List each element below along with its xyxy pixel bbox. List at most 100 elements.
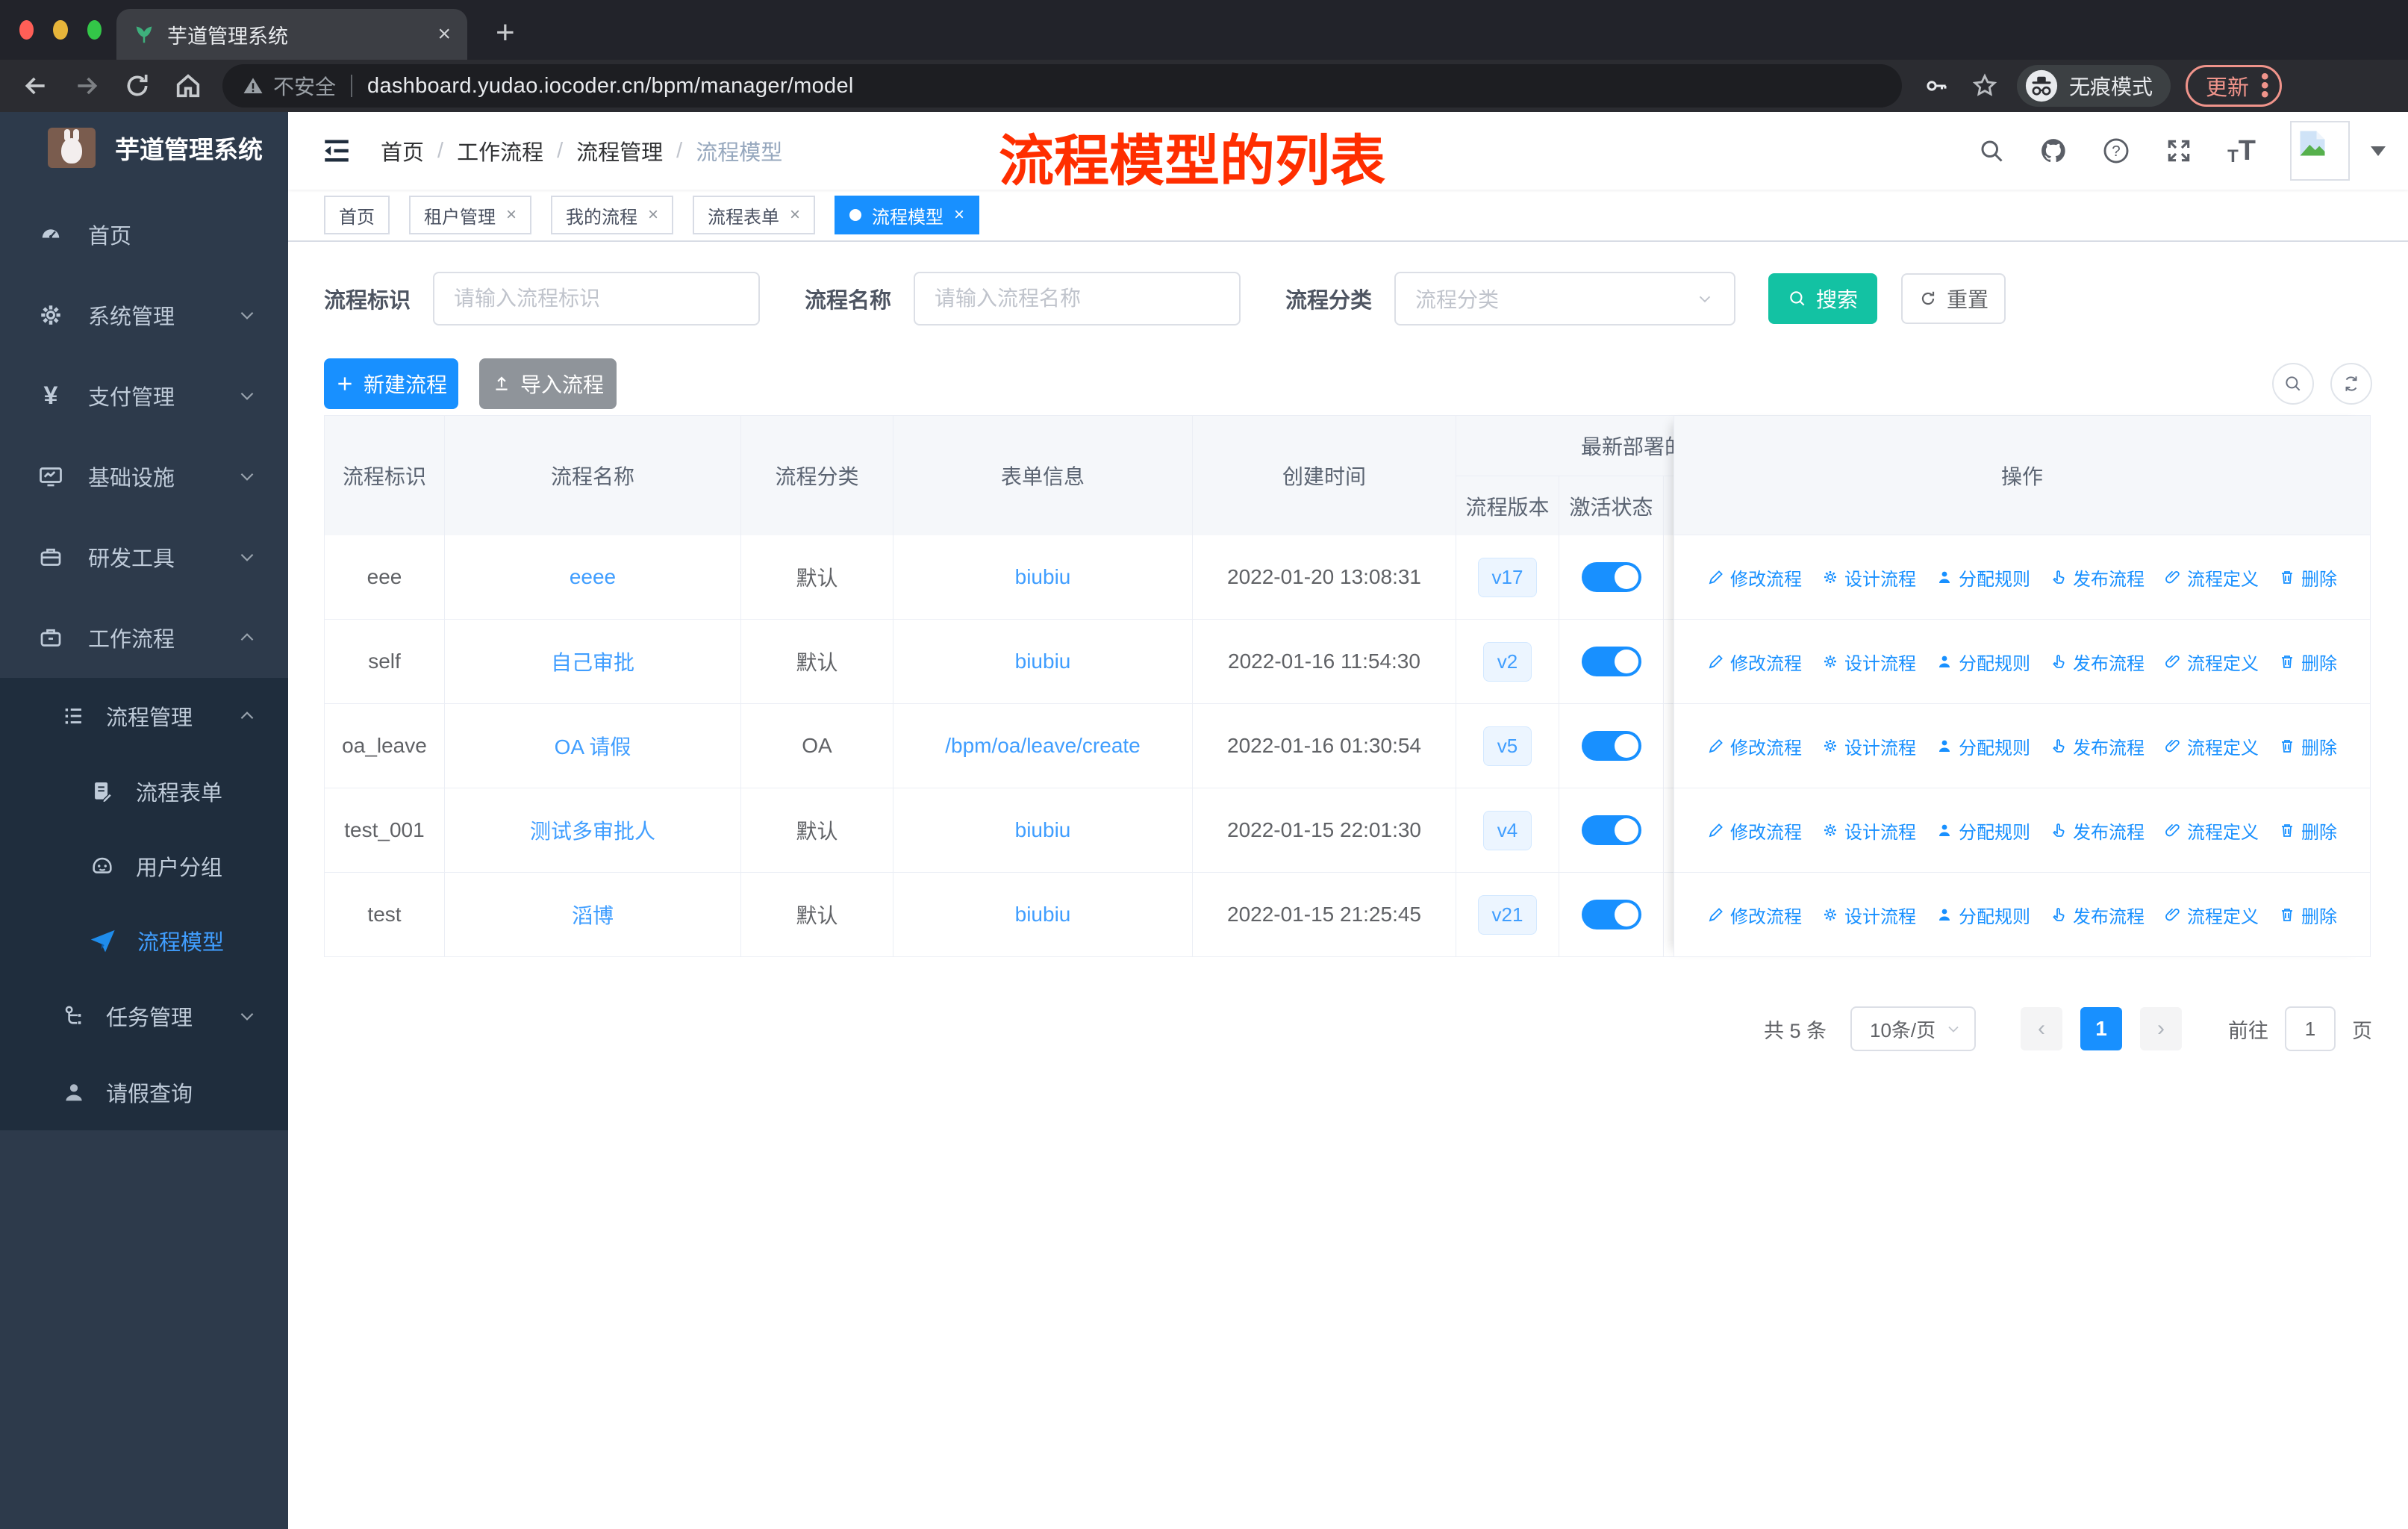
definition-link[interactable]: 流程定义 [2164,902,2259,928]
definition-link[interactable]: 流程定义 [2164,733,2259,759]
definition-link[interactable]: 流程定义 [2164,649,2259,675]
close-icon[interactable]: × [506,205,517,225]
delete-link[interactable]: 删除 [2278,733,2337,759]
sidebar-item-task-manage[interactable]: 任务管理 [0,978,288,1054]
security-label[interactable]: 不安全 [273,71,336,101]
delete-link[interactable]: 删除 [2278,649,2337,675]
edit-model-link[interactable]: 修改流程 [1707,564,1802,591]
delete-link[interactable]: 删除 [2278,564,2337,591]
home-icon[interactable] [173,71,203,101]
edit-model-link[interactable]: 修改流程 [1707,818,1802,844]
version-badge[interactable]: v2 [1482,641,1532,682]
tag-home[interactable]: 首页 [324,196,390,234]
tag-process-model[interactable]: 流程模型 × [835,196,980,234]
model-name-link[interactable]: OA 请假 [555,731,631,761]
breadcrumb-process-manage[interactable]: 流程管理 [576,135,663,166]
publish-model-link[interactable]: 发布流程 [2050,733,2145,759]
form-link[interactable]: /bpm/oa/leave/create [945,734,1141,758]
breadcrumb-home[interactable]: 首页 [381,135,424,166]
version-badge[interactable]: v5 [1482,726,1532,766]
goto-page-input[interactable] [2285,1006,2336,1051]
browser-menu-icon[interactable]: • • • [2261,66,2269,106]
sidebar-item-process-manage[interactable]: 流程管理 [0,678,288,754]
browser-tab[interactable]: 芋道管理系统 × [116,9,467,60]
delete-link[interactable]: 删除 [2278,818,2337,844]
model-name-link[interactable]: 测试多审批人 [530,815,655,845]
delete-link[interactable]: 删除 [2278,902,2337,928]
avatar-caret-icon[interactable] [2371,146,2386,156]
active-toggle[interactable] [1581,647,1641,676]
active-toggle[interactable] [1581,562,1641,592]
edit-model-link[interactable]: 修改流程 [1707,733,1802,759]
search-button[interactable]: 搜索 [1768,273,1878,324]
sidebar-item-home[interactable]: 首页 [0,194,288,275]
form-link[interactable]: biubiu [1015,818,1071,842]
close-icon[interactable]: × [790,205,800,225]
edit-model-link[interactable]: 修改流程 [1707,902,1802,928]
sidebar-item-system[interactable]: 系统管理 [0,275,288,355]
new-tab-button[interactable]: + [496,14,515,52]
publish-model-link[interactable]: 发布流程 [2050,649,2145,675]
version-badge[interactable]: v17 [1477,557,1538,597]
prev-page-button[interactable]: ‹ [2021,1007,2062,1050]
search-icon[interactable] [1978,137,2005,164]
sidebar-item-leave-query[interactable]: 请假查询 [0,1054,288,1130]
publish-model-link[interactable]: 发布流程 [2050,902,2145,928]
next-page-button[interactable]: › [2140,1007,2182,1050]
assign-rule-link[interactable]: 分配规则 [1936,733,2030,759]
bookmark-star-icon[interactable] [1971,72,1999,100]
definition-link[interactable]: 流程定义 [2164,818,2259,844]
sidebar-item-user-group[interactable]: 用户分组 [0,829,288,903]
sidebar-item-infra[interactable]: 基础设施 [0,436,288,517]
tag-process-form[interactable]: 流程表单 × [693,196,816,234]
tag-my-process[interactable]: 我的流程 × [551,196,674,234]
version-badge[interactable]: v4 [1482,810,1532,850]
tag-tenant[interactable]: 租户管理 × [409,196,532,234]
current-page[interactable]: 1 [2080,1007,2122,1050]
reset-button[interactable]: 重置 [1901,273,2006,324]
model-name-link[interactable]: 自己审批 [551,647,634,676]
app-logo[interactable]: 芋道管理系统 [0,112,288,184]
close-icon[interactable]: × [648,205,658,225]
show-search-button[interactable] [2272,363,2314,405]
version-badge[interactable]: v21 [1477,894,1538,935]
model-name-link[interactable]: 滔博 [572,900,614,929]
warning-icon[interactable] [242,75,264,97]
import-process-button[interactable]: 导入流程 [479,358,617,409]
update-label[interactable]: 更新 [2206,70,2249,102]
edit-model-link[interactable]: 修改流程 [1707,649,1802,675]
reload-icon[interactable] [122,71,152,101]
active-toggle[interactable] [1581,731,1641,761]
form-link[interactable]: biubiu [1015,565,1071,589]
forward-icon[interactable] [72,71,102,101]
design-model-link[interactable]: 设计流程 [1821,564,1916,591]
sidebar-item-process-form[interactable]: 流程表单 [0,754,288,829]
assign-rule-link[interactable]: 分配规则 [1936,818,2030,844]
process-key-input[interactable] [433,272,761,326]
design-model-link[interactable]: 设计流程 [1821,733,1916,759]
minimize-window-button[interactable] [53,20,68,40]
sidebar-item-pay[interactable]: ¥ 支付管理 [0,355,288,436]
design-model-link[interactable]: 设计流程 [1821,902,1916,928]
design-model-link[interactable]: 设计流程 [1821,649,1916,675]
page-size-select[interactable]: 10条/页 [1850,1006,1976,1051]
browser-update-button[interactable]: 更新 • • • [2186,65,2282,107]
window-controls[interactable] [19,20,102,40]
form-link[interactable]: biubiu [1015,650,1071,673]
back-icon[interactable] [21,71,51,101]
breadcrumb-workflow[interactable]: 工作流程 [457,135,543,166]
create-process-button[interactable]: 新建流程 [324,358,458,409]
sidebar-item-process-model[interactable]: 流程模型 [0,903,288,978]
definition-link[interactable]: 流程定义 [2164,564,2259,591]
design-model-link[interactable]: 设计流程 [1821,818,1916,844]
sidebar-item-workflow[interactable]: 工作流程 [0,597,288,678]
assign-rule-link[interactable]: 分配规则 [1936,564,2030,591]
assign-rule-link[interactable]: 分配规则 [1936,902,2030,928]
close-window-button[interactable] [19,20,34,40]
avatar[interactable] [2290,121,2350,181]
active-toggle[interactable] [1581,900,1641,929]
help-icon[interactable]: ? [2102,137,2130,165]
category-select[interactable]: 流程分类 [1394,272,1736,326]
fullscreen-icon[interactable] [2165,137,2193,165]
process-name-input[interactable] [914,272,1241,326]
